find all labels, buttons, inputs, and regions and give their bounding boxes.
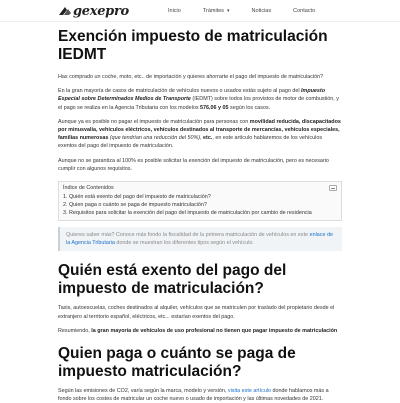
toc-item-2[interactable]: 2. Quien paga o cuánto se paga de impues…: [63, 201, 338, 209]
article-link[interactable]: visita este artículo: [228, 388, 271, 394]
paragraph-exentos: Taxis, autoescuelas, coches destinados a…: [58, 305, 335, 320]
toc-item-3[interactable]: 3. Requisitos para solicitar la exención…: [63, 209, 338, 217]
callout-text: Quieres saber más? Conoce más fondo la f…: [66, 231, 336, 247]
emphasis-text: la gran mayoría de vehículos de uso prof…: [91, 327, 338, 334]
nav-item-contacto[interactable]: Contacto: [293, 8, 315, 14]
toc-item-1[interactable]: 1. Quién está exento del pago del impues…: [63, 193, 338, 201]
section-heading-cuanto: Quien paga o cuánto se paga de impuesto …: [58, 345, 296, 381]
nav-item-noticias[interactable]: Noticias: [252, 8, 272, 14]
text-segment: Aunque ya es posible no pagar el impuest…: [58, 118, 250, 125]
paragraph-iedmt: En la gran mayoría de casos de matricula…: [58, 87, 342, 112]
section-heading-exentos: Quién está exento del pago del impuesto …: [58, 262, 287, 298]
text-segment: En la gran mayoría de casos de matricula…: [58, 88, 302, 95]
nav-item-label: Trámites: [202, 8, 225, 14]
table-of-contents: Índice de Contenidos 1. Quién está exent…: [58, 181, 342, 222]
paragraph-co2: Según las emisiones de CO2, varía según …: [58, 387, 342, 403]
page-title: Exención impuesto de matriculación IEDMT: [58, 28, 328, 63]
paragraph-summary: Resumiendo, la gran mayoría de vehículos…: [58, 327, 342, 335]
text-segment: Según las emisiones de CO2, varía según …: [58, 388, 228, 395]
nav-item-inicio[interactable]: Inicio: [168, 8, 181, 14]
nav-item-tramites[interactable]: Trámites ▾: [203, 8, 230, 14]
text-segment: Quieres saber más? Conoce más fondo la f…: [66, 232, 310, 239]
emphasis-text: etc.: [203, 135, 213, 142]
logo-mark-icon: [59, 7, 71, 15]
paragraph-requirements: Aunque no se garantiza al 100% es posibl…: [58, 157, 329, 172]
emphasis-text: 576,06 y 05: [200, 104, 229, 111]
site-header: gexepro Inicio Trámites ▾ Noticias Conta…: [0, 0, 400, 22]
paragraph-exemptions: Aunque ya es posible no pagar el impuest…: [58, 118, 342, 151]
site-logo[interactable]: gexepro: [58, 3, 129, 19]
chevron-down-icon: ▾: [227, 8, 230, 14]
main-nav: Inicio Trámites ▾ Noticias Contacto: [168, 0, 337, 22]
intro-paragraph: Has comprado un coche, moto, etc.. de im…: [58, 74, 324, 80]
text-segment: (que tendrían una reducción del 50%),: [108, 135, 204, 142]
article-content: Exención impuesto de matriculación IEDMT…: [58, 24, 342, 403]
text-segment: Resumiendo,: [58, 327, 92, 334]
logo-text: gexepro: [73, 3, 129, 19]
toc-title: Índice de Contenidos: [63, 185, 114, 192]
toc-toggle-button[interactable]: [329, 185, 337, 192]
info-callout: Quieres saber más? Conoce más fondo la f…: [58, 227, 342, 252]
text-segment: donde se muestran los diferentes tipos s…: [114, 240, 254, 247]
text-segment: según los casos.: [228, 104, 271, 111]
